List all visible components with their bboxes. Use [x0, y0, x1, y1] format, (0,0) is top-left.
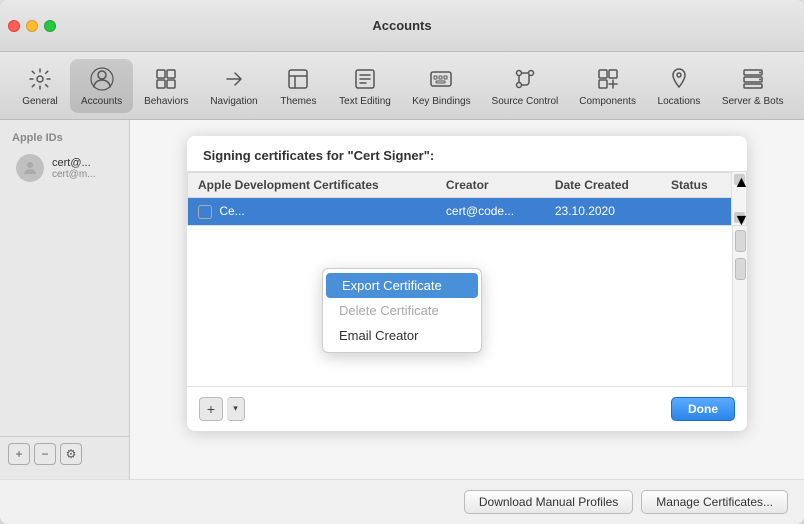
locations-icon [665, 65, 693, 93]
text-editing-icon [351, 65, 379, 93]
cert-name-cell: Ce... [188, 198, 436, 225]
navigation-icon [220, 65, 248, 93]
server-bots-icon [739, 65, 767, 93]
cert-table-scroll: Apple Development Certificates Creator D… [188, 172, 731, 225]
sidebar-account-email: cert@m... [52, 169, 96, 180]
toolbar-item-key-bindings[interactable]: Key Bindings [402, 59, 482, 113]
col-header-creator: Creator [436, 173, 545, 198]
components-icon [594, 65, 622, 93]
panel-scrollbars [732, 226, 747, 386]
bottom-bar: Download Manual Profiles Manage Certific… [0, 479, 804, 524]
titlebar: Accounts [0, 0, 804, 52]
toolbar-item-locations[interactable]: Locations [647, 59, 712, 113]
server-bots-label: Server & Bots [722, 96, 784, 107]
sidebar-footer: + − ⚙ [0, 436, 129, 471]
locations-label: Locations [658, 96, 701, 107]
navigation-label: Navigation [210, 96, 257, 107]
accounts-icon [88, 65, 116, 93]
cert-table-container: Apple Development Certificates Creator D… [187, 171, 747, 226]
window-title: Accounts [372, 18, 431, 33]
add-certificate-button[interactable]: + [199, 397, 223, 421]
toolbar-item-components[interactable]: Components [569, 59, 647, 113]
toolbar-item-accounts[interactable]: Accounts [70, 59, 133, 113]
sidebar-section-title: Apple IDs [0, 128, 129, 148]
themes-label: Themes [280, 96, 316, 107]
minimize-button[interactable] [26, 20, 38, 32]
sidebar: Apple IDs cert@... cert@m... + − ⚙ [0, 120, 130, 479]
source-control-icon [511, 65, 539, 93]
manage-certificates-button[interactable]: Manage Certificates... [641, 490, 788, 514]
context-menu-export[interactable]: Export Certificate [326, 273, 478, 298]
certificates-table: Apple Development Certificates Creator D… [188, 172, 731, 225]
content-area: Signing certificates for "Cert Signer": … [130, 120, 804, 479]
main-content: Apple IDs cert@... cert@m... + − ⚙ [0, 120, 804, 479]
sidebar-item-account[interactable]: cert@... cert@m... [4, 148, 125, 188]
themes-icon [284, 65, 312, 93]
toolbar-item-behaviors[interactable]: Behaviors [133, 59, 199, 113]
sidebar-account-name: cert@... [52, 157, 96, 169]
sidebar-text: cert@... cert@m... [52, 157, 96, 180]
toolbar-item-server-bots[interactable]: Server & Bots [711, 59, 794, 113]
key-bindings-icon [427, 65, 455, 93]
toolbar-item-general[interactable]: General [10, 59, 70, 113]
context-menu: Export Certificate Delete Certificate Em… [322, 268, 482, 353]
context-menu-delete: Delete Certificate [323, 298, 481, 323]
maximize-button[interactable] [44, 20, 56, 32]
add-certificate-chevron[interactable]: ▾ [227, 397, 245, 421]
toolbar: General Accounts Behaviors [0, 52, 804, 120]
toolbar-item-text-editing[interactable]: Text Editing [328, 59, 401, 113]
cert-checkbox[interactable] [198, 205, 212, 219]
settings-account-button[interactable]: ⚙ [60, 443, 82, 465]
accounts-label: Accounts [81, 96, 122, 107]
add-account-button[interactable]: + [8, 443, 30, 465]
context-menu-email[interactable]: Email Creator [323, 323, 481, 348]
dialog-footer: + ▾ Done [187, 386, 747, 431]
main-window: Accounts General Accounts [0, 0, 804, 524]
col-header-date: Date Created [545, 173, 661, 198]
close-button[interactable] [8, 20, 20, 32]
done-button[interactable]: Done [671, 397, 735, 421]
general-icon [26, 65, 54, 93]
scroll-up-arrow[interactable]: ▲ [734, 174, 745, 185]
toolbar-item-navigation[interactable]: Navigation [199, 59, 268, 113]
behaviors-label: Behaviors [144, 96, 188, 107]
scroll-down-arrow[interactable]: ▼ [734, 212, 745, 223]
col-header-status: Status [661, 173, 731, 198]
text-editing-label: Text Editing [339, 96, 391, 107]
scrollbar-bar-1 [735, 230, 746, 252]
scrollbar-bar-2 [735, 258, 746, 280]
traffic-lights [8, 20, 56, 32]
source-control-label: Source Control [492, 96, 559, 107]
cert-creator-cell: cert@code... [436, 198, 545, 225]
col-header-name: Apple Development Certificates [188, 173, 436, 198]
footer-left-buttons: + ▾ [199, 397, 245, 421]
components-label: Components [579, 96, 636, 107]
general-label: General [22, 96, 58, 107]
remove-account-button[interactable]: − [34, 443, 56, 465]
table-row[interactable]: Ce... cert@code... 23.10.2020 [188, 198, 731, 225]
download-profiles-button[interactable]: Download Manual Profiles [464, 490, 633, 514]
toolbar-item-source-control[interactable]: Source Control [481, 59, 568, 113]
avatar [16, 154, 44, 182]
cert-name-text: Ce... [219, 204, 244, 218]
vertical-scrollbar[interactable]: ▲ ▼ [731, 172, 746, 225]
cert-date-cell: 23.10.2020 [545, 198, 661, 225]
cert-status-cell [661, 198, 731, 225]
dialog-title: Signing certificates for "Cert Signer": [187, 136, 747, 171]
behaviors-icon [152, 65, 180, 93]
toolbar-item-themes[interactable]: Themes [268, 59, 328, 113]
key-bindings-label: Key Bindings [412, 96, 470, 107]
